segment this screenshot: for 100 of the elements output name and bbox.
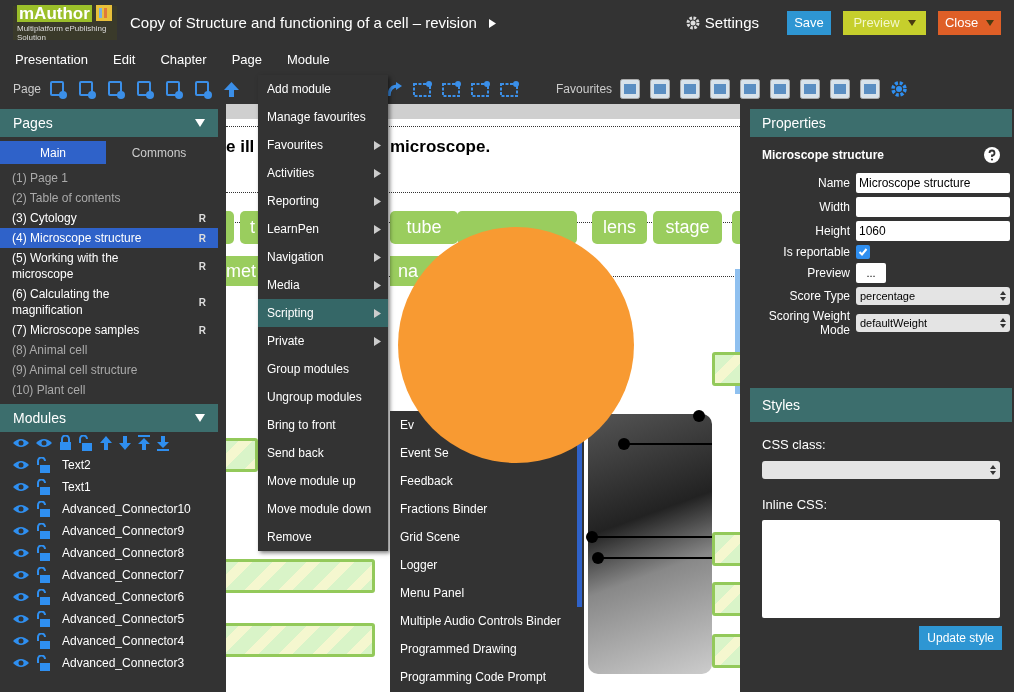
module-list-item[interactable]: Text2 bbox=[62, 456, 91, 474]
menu-item[interactable]: Page bbox=[231, 50, 263, 70]
unlock-icon[interactable] bbox=[36, 479, 52, 495]
menu-option[interactable]: Menu Panel bbox=[400, 586, 465, 600]
inline-css-field[interactable] bbox=[762, 520, 1000, 618]
menu-option[interactable]: Move module down bbox=[258, 495, 388, 523]
move-to-top-icon[interactable] bbox=[137, 435, 151, 451]
module-list-item[interactable]: Advanced_Connector9 bbox=[62, 522, 185, 540]
menu-option[interactable]: Programming Code Prompt bbox=[400, 670, 547, 684]
module-tool-icon[interactable] bbox=[441, 79, 463, 99]
favourite-module-icon[interactable] bbox=[860, 79, 881, 99]
page-list-item[interactable]: (9) Animal cell structure bbox=[0, 360, 218, 380]
menu-option[interactable]: Fractions Binder bbox=[400, 502, 488, 516]
page-tool-icon[interactable] bbox=[49, 79, 69, 99]
menu-option[interactable]: Feedback bbox=[400, 474, 453, 488]
panel-tab[interactable]: Main bbox=[0, 141, 106, 164]
hide-all-eye-icon[interactable] bbox=[35, 437, 53, 449]
arrow-up-icon[interactable] bbox=[99, 435, 113, 451]
page-list-item[interactable]: (3) Cytology R bbox=[0, 208, 218, 228]
menu-option[interactable]: Grid Scene bbox=[400, 530, 461, 544]
show-all-eye-icon[interactable] bbox=[12, 437, 30, 449]
unlock-icon[interactable] bbox=[36, 545, 52, 561]
eye-icon[interactable] bbox=[12, 525, 30, 537]
menu-option[interactable]: Remove bbox=[258, 523, 388, 551]
page-list-item[interactable]: (4) Microscope structure R bbox=[0, 228, 218, 248]
settings-icon[interactable] bbox=[890, 80, 909, 98]
menu-option[interactable]: Media bbox=[258, 271, 388, 299]
unlock-icon[interactable] bbox=[36, 523, 52, 539]
redo-icon[interactable] bbox=[386, 80, 403, 98]
lock-icon[interactable] bbox=[58, 435, 73, 451]
unlock-icon[interactable] bbox=[36, 611, 52, 627]
page-tool-icon[interactable] bbox=[194, 79, 214, 99]
dropdown[interactable] bbox=[762, 460, 1000, 479]
dropdown[interactable]: defaultWeight bbox=[856, 314, 1010, 332]
module-list-item[interactable]: Text1 bbox=[62, 478, 91, 496]
close-button[interactable]: Close bbox=[938, 11, 1001, 35]
eye-icon[interactable] bbox=[12, 503, 30, 515]
text-field[interactable]: 1060 bbox=[856, 221, 1010, 241]
menu-option[interactable]: Bring to front bbox=[258, 411, 388, 439]
module-list-item[interactable]: Advanced_Connector5 bbox=[62, 610, 185, 628]
menu-option[interactable]: Logger bbox=[400, 558, 438, 572]
play-icon[interactable] bbox=[488, 18, 496, 28]
menu-item[interactable]: Chapter bbox=[160, 50, 207, 70]
module-tool-icon[interactable] bbox=[499, 79, 521, 99]
favourite-module-icon[interactable] bbox=[710, 79, 731, 99]
collapse-caret-icon[interactable] bbox=[195, 119, 205, 127]
menu-option[interactable]: Add module bbox=[258, 75, 388, 103]
menu-option[interactable]: Private bbox=[258, 327, 388, 355]
eye-icon[interactable] bbox=[12, 547, 30, 559]
module-list-item[interactable]: Advanced_Connector4 bbox=[62, 632, 185, 650]
unlock-icon[interactable] bbox=[36, 655, 52, 671]
unlock-icon[interactable] bbox=[36, 501, 52, 517]
page-list-item[interactable]: (2) Table of contents bbox=[0, 188, 218, 208]
page-tool-icon[interactable] bbox=[136, 79, 156, 99]
favourite-module-icon[interactable] bbox=[650, 79, 671, 99]
eye-icon[interactable] bbox=[12, 591, 30, 603]
page-list-item[interactable]: (10) Plant cell bbox=[0, 380, 218, 400]
unlock-icon[interactable] bbox=[78, 435, 94, 451]
menu-option[interactable]: Manage favourites bbox=[258, 103, 388, 131]
module-list-item[interactable]: Advanced_Connector3 bbox=[62, 654, 185, 672]
page-list-item[interactable]: (1) Page 1 bbox=[0, 168, 218, 188]
unlock-icon[interactable] bbox=[36, 567, 52, 583]
text-field[interactable]: Microscope structure bbox=[856, 173, 1010, 193]
text-field[interactable] bbox=[856, 197, 1010, 217]
menu-option[interactable]: Programmed Drawing bbox=[400, 642, 517, 656]
menu-option[interactable]: Activities bbox=[258, 159, 388, 187]
unlock-icon[interactable] bbox=[36, 589, 52, 605]
module-tool-icon[interactable] bbox=[470, 79, 492, 99]
menu-item[interactable]: Module bbox=[287, 50, 330, 70]
eye-icon[interactable] bbox=[12, 635, 30, 647]
page-list-item[interactable]: (5) Working with the microscope R bbox=[0, 248, 218, 284]
page-list-item[interactable]: (8) Animal cell bbox=[0, 340, 218, 360]
favourite-module-icon[interactable] bbox=[740, 79, 761, 99]
module-list-item[interactable]: Advanced_Connector6 bbox=[62, 588, 185, 606]
arrow-down-icon[interactable] bbox=[118, 435, 132, 451]
eye-icon[interactable] bbox=[12, 481, 30, 493]
arrow-up-icon[interactable] bbox=[223, 80, 241, 98]
menu-option[interactable]: Group modules bbox=[258, 355, 388, 383]
menu-option[interactable]: Scripting bbox=[258, 299, 388, 327]
eye-icon[interactable] bbox=[12, 657, 30, 669]
menu-item[interactable]: Edit bbox=[113, 50, 136, 70]
favourite-module-icon[interactable] bbox=[830, 79, 851, 99]
favourite-module-icon[interactable] bbox=[620, 79, 641, 99]
favourite-module-icon[interactable] bbox=[770, 79, 791, 99]
eye-icon[interactable] bbox=[12, 569, 30, 581]
menu-item[interactable]: Presentation bbox=[15, 50, 88, 70]
unlock-icon[interactable] bbox=[36, 457, 52, 473]
page-list-item[interactable]: (7) Microscope samples R bbox=[0, 320, 218, 340]
eye-icon[interactable] bbox=[12, 459, 30, 471]
menu-option[interactable]: Ev bbox=[400, 418, 414, 432]
module-list-item[interactable]: Advanced_Connector10 bbox=[62, 500, 191, 518]
favourite-module-icon[interactable] bbox=[800, 79, 821, 99]
module-list-item[interactable]: Advanced_Connector8 bbox=[62, 544, 185, 562]
collapse-caret-icon[interactable] bbox=[195, 414, 205, 422]
module-list-item[interactable]: Advanced_Connector7 bbox=[62, 566, 185, 584]
favourite-module-icon[interactable] bbox=[680, 79, 701, 99]
page-tool-icon[interactable] bbox=[78, 79, 98, 99]
menu-option[interactable]: Multiple Audio Controls Binder bbox=[400, 614, 561, 628]
panel-tab[interactable]: Commons bbox=[106, 141, 212, 164]
move-to-bottom-icon[interactable] bbox=[156, 435, 170, 451]
